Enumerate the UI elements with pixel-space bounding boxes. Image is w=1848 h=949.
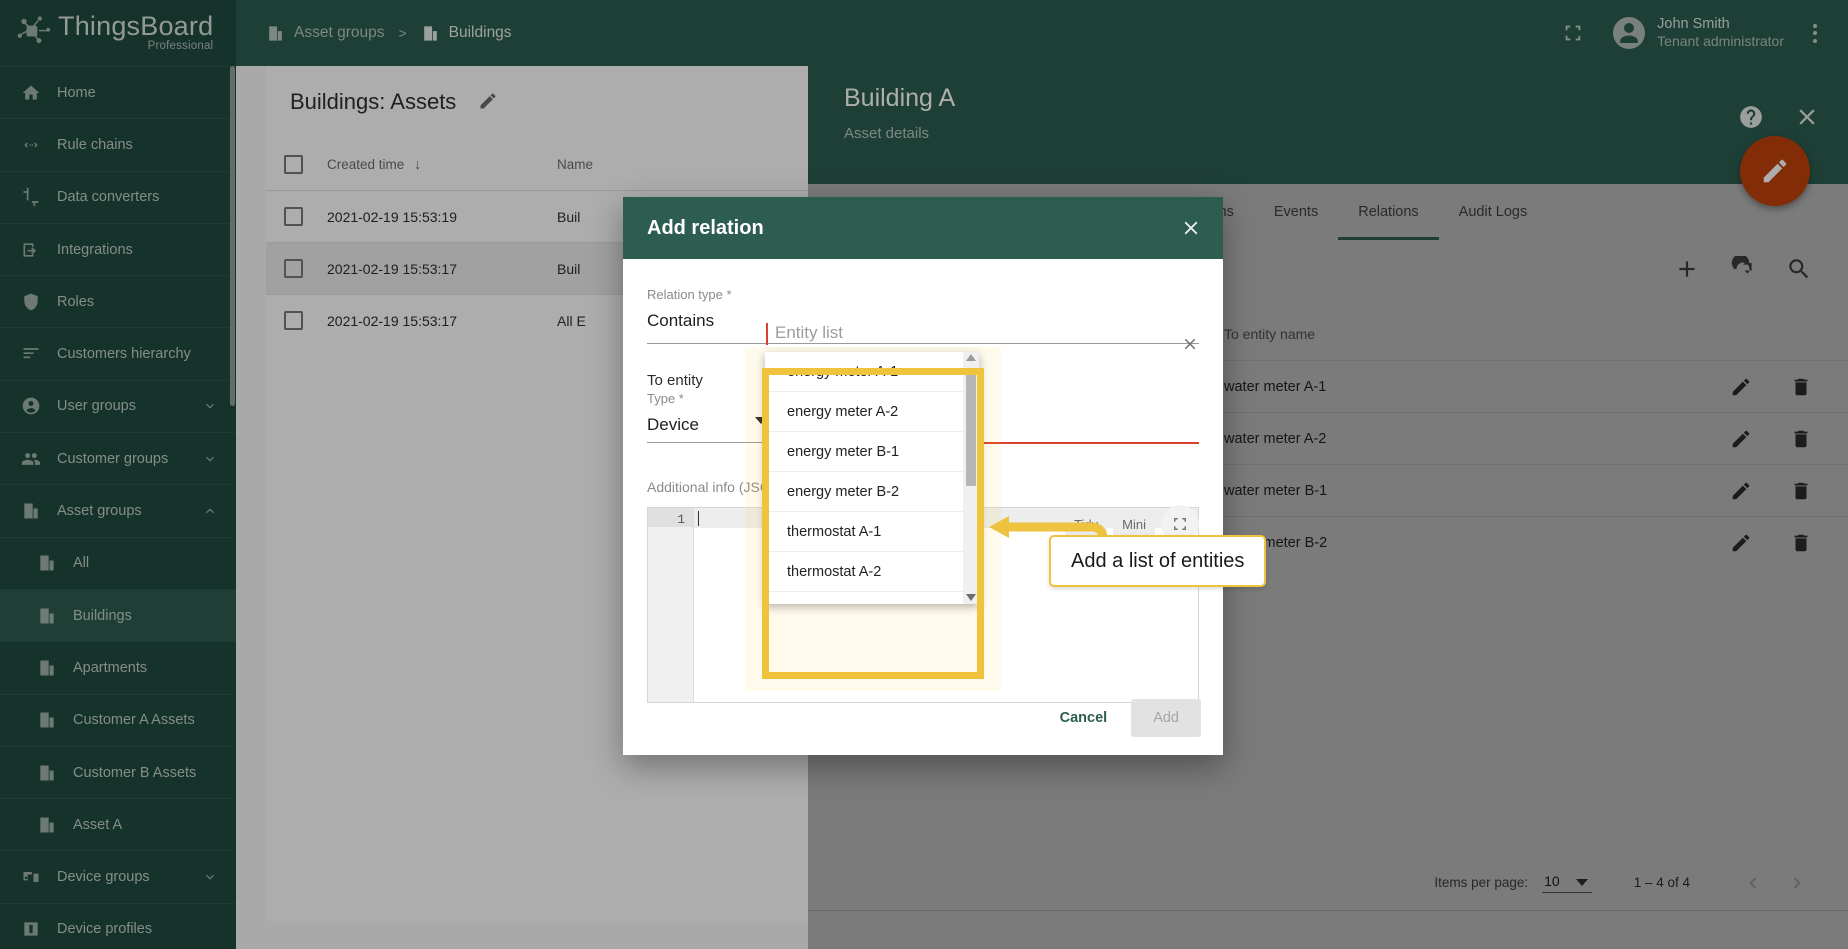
clear-relation-type-icon[interactable] — [1181, 335, 1199, 353]
dialog-title: Add relation — [647, 217, 764, 240]
dialog-header: Add relation — [623, 197, 1223, 259]
line-number: 1 — [648, 508, 693, 527]
mini-button[interactable]: Mini — [1113, 513, 1155, 536]
entity-list-input[interactable]: Entity list — [775, 323, 843, 343]
cancel-button[interactable]: Cancel — [1044, 699, 1124, 737]
text-caret — [698, 511, 699, 526]
add-button: Add — [1131, 699, 1201, 737]
dialog-actions: Cancel Add — [623, 681, 1223, 755]
close-icon[interactable] — [1177, 214, 1205, 242]
highlight-box — [762, 368, 984, 679]
callout-text: Add a list of entities — [1071, 550, 1244, 573]
entity-list-input-wrap[interactable]: Entity list — [765, 320, 979, 354]
json-editor-gutter: 1 — [648, 508, 694, 702]
triangle-up-icon[interactable] — [966, 354, 976, 361]
input-caret — [766, 323, 768, 345]
callout-tooltip: Add a list of entities — [1049, 535, 1266, 587]
relation-type-label: Relation type * — [647, 287, 1199, 302]
